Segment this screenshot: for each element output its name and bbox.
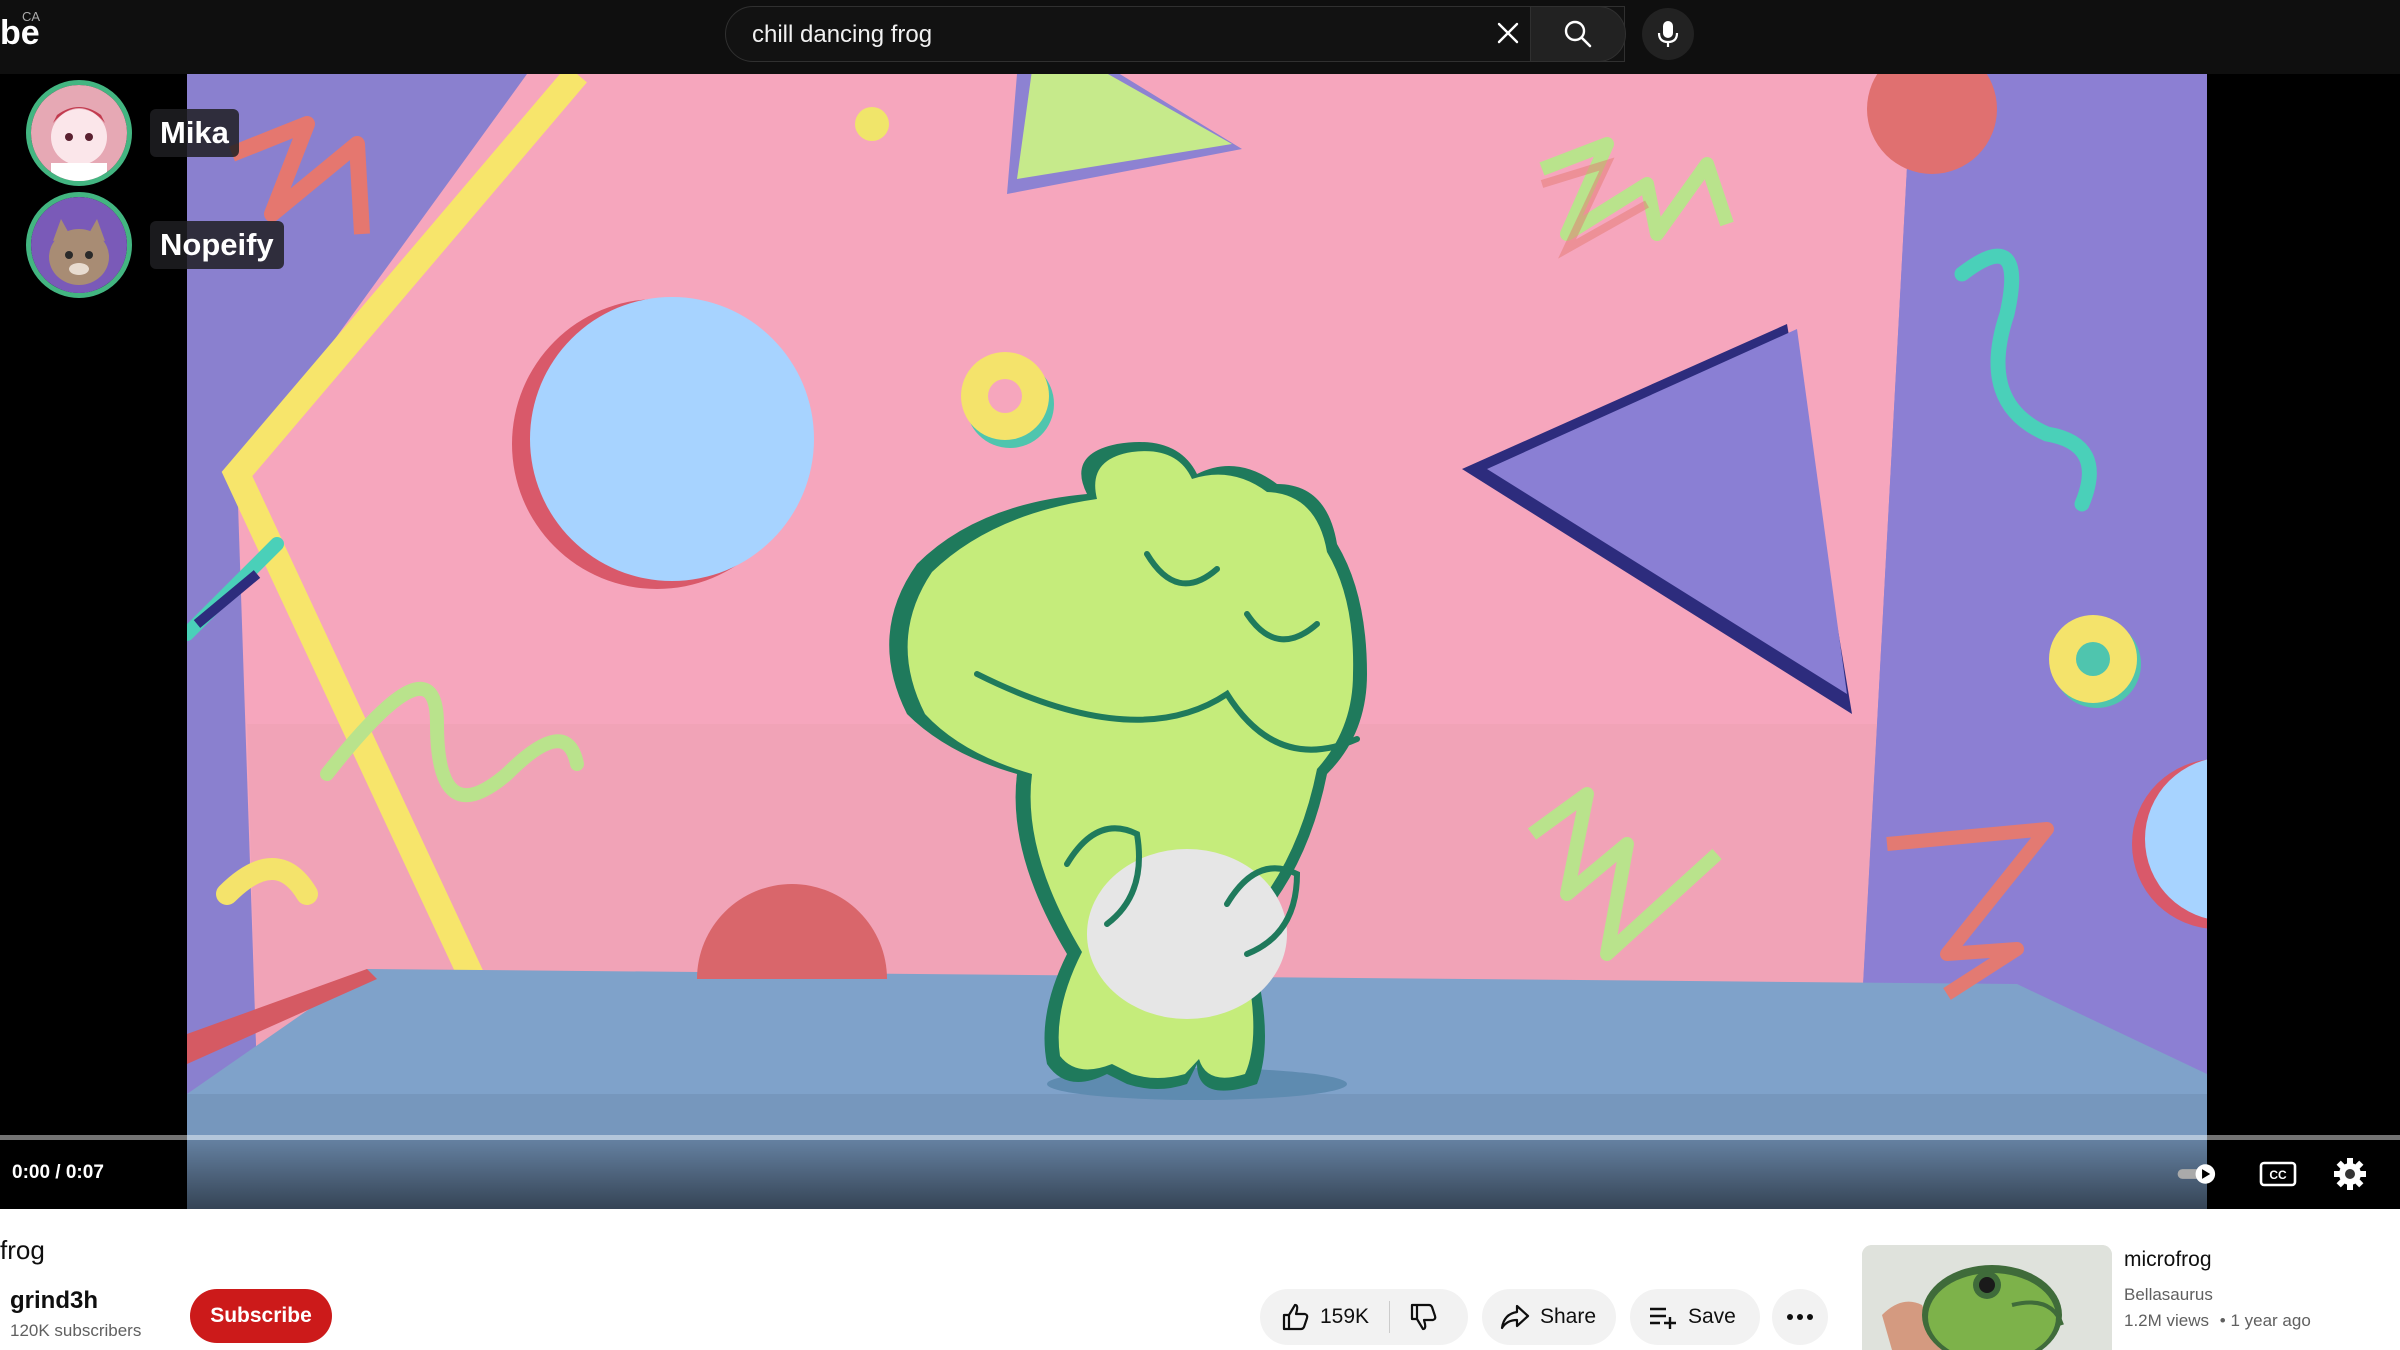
share-label: Share (1540, 1305, 1597, 1328)
country-code: CA (22, 9, 41, 24)
voice-user-mika: Mika (26, 80, 239, 186)
more-actions-button[interactable] (1772, 1289, 1828, 1345)
player-controls: 0:00 / 0:07 CC (0, 1140, 2400, 1209)
screen: be CA chill dancing frog Mika Nopeify 0:… (0, 0, 2400, 1350)
save-label: Save (1688, 1305, 1736, 1328)
avatar (26, 80, 132, 186)
recommendation-thumbnail[interactable] (1862, 1245, 2112, 1350)
search-input[interactable]: chill dancing frog (752, 21, 932, 49)
voice-user-nopeify: Nopeify (26, 192, 284, 298)
video-title: frog (0, 1235, 45, 1265)
captions-button[interactable]: CC (2256, 1154, 2300, 1194)
autoplay-icon (2177, 1164, 2216, 1184)
subscribe-button[interactable]: Subscribe (190, 1289, 332, 1343)
save-button[interactable]: Save (1630, 1289, 1760, 1345)
dancing-frog-artwork (187, 74, 2207, 1209)
thumbs-up-icon[interactable] (1280, 1302, 1310, 1332)
like-dislike-group: 159K (1260, 1289, 1468, 1345)
close-icon (1497, 22, 1519, 44)
recommendation-channel[interactable]: Bellasaurus (2124, 1285, 2213, 1305)
recommendation-age: • 1 year ago (2219, 1311, 2311, 1330)
recommendation-title[interactable]: microfrog (2124, 1248, 2212, 1272)
share-button[interactable]: Share (1482, 1289, 1616, 1345)
thumbs-down-icon[interactable] (1408, 1302, 1438, 1332)
clear-search-button[interactable] (1488, 13, 1528, 53)
top-bar: be CA chill dancing frog (0, 0, 2400, 74)
search-button[interactable] (1530, 6, 1626, 62)
video-player[interactable]: Mika Nopeify 0:00 / 0:07 CC (0, 74, 2400, 1209)
avatar (26, 192, 132, 298)
share-icon (1500, 1304, 1530, 1330)
channel-name[interactable]: grind3h (10, 1287, 98, 1315)
voice-search-button[interactable] (1642, 8, 1694, 60)
recommendation-views: 1.2M views (2124, 1311, 2210, 1330)
settings-button[interactable] (2328, 1154, 2372, 1194)
playlist-add-icon (1650, 1307, 1676, 1329)
voice-user-name: Nopeify (150, 221, 284, 269)
recommendation-meta: 1.2M views • 1 year ago (2124, 1311, 2311, 1331)
captions-icon: CC (2259, 1161, 2297, 1187)
divider (1389, 1301, 1391, 1333)
video-info: frog grind3h 120K subscribers Subscribe … (0, 1209, 2400, 1350)
like-count[interactable]: 159K (1320, 1305, 1369, 1329)
frog-thumbnail-image (1862, 1245, 2112, 1350)
subscriber-count: 120K subscribers (10, 1321, 142, 1340)
more-horizontal-icon (1787, 1314, 1813, 1320)
search-icon (1564, 20, 1592, 48)
microphone-icon (1657, 21, 1679, 47)
captions-label: CC (2269, 1168, 2287, 1182)
voice-user-name: Mika (150, 109, 239, 157)
video-frame (187, 74, 2207, 1209)
gear-icon (2334, 1158, 2366, 1190)
time-display: 0:00 / 0:07 (12, 1162, 104, 1183)
autoplay-toggle[interactable] (2176, 1154, 2220, 1194)
